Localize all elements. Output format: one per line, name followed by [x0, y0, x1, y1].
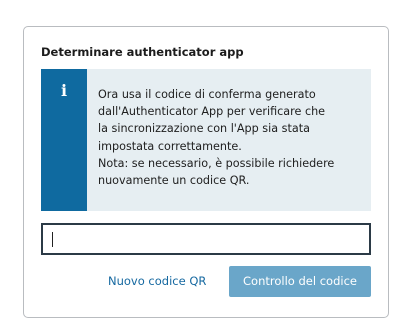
- info-line: la sincronizzazione con l'App sia stata: [98, 122, 310, 136]
- new-qr-code-button[interactable]: Nuovo codice QR: [108, 267, 206, 295]
- info-line: impostata correttamente.: [98, 139, 242, 153]
- authenticator-dialog: Determinare authenticator app i Ora usa …: [23, 26, 389, 318]
- info-icon: i: [60, 81, 68, 100]
- verification-code-input[interactable]: [41, 223, 371, 255]
- info-stripe: i: [41, 69, 87, 211]
- info-line: Nota: se necessario, è possibile richied…: [98, 156, 335, 170]
- info-line: Ora usa il codice di conferma generato: [98, 88, 316, 101]
- info-notice: i Ora usa il codice di conferma generato…: [41, 69, 371, 211]
- info-line: nuovamente un codice QR.: [98, 174, 250, 188]
- dialog-title: Determinare authenticator app: [41, 45, 244, 59]
- check-code-button[interactable]: Controllo del codice: [229, 266, 371, 297]
- info-message: Ora usa il codice di conferma generato d…: [98, 86, 366, 189]
- info-line: dall'Authenticator App per verificare ch…: [98, 105, 326, 119]
- text-caret: [52, 232, 53, 247]
